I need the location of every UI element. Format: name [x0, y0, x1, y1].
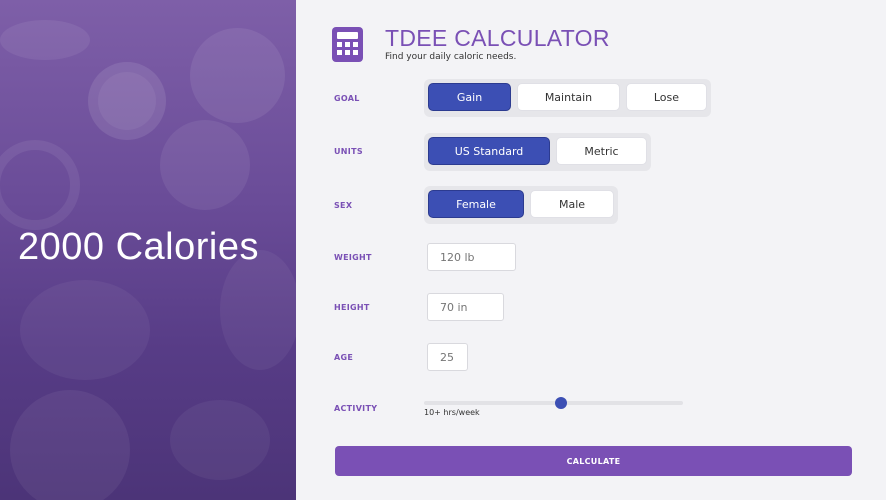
calculate-button[interactable]: CALCULATE [335, 446, 852, 476]
page-title: TDEE CALCULATOR [385, 25, 610, 51]
fruit-image [10, 390, 130, 500]
units-label: UNITS [334, 147, 363, 156]
sex-label: SEX [334, 201, 353, 210]
sex-option-female[interactable]: Female [428, 190, 524, 218]
height-label: HEIGHT [334, 303, 370, 312]
activity-label: ACTIVITY [334, 404, 378, 413]
food-bowl-image-inner [98, 72, 156, 130]
age-input[interactable] [427, 343, 468, 371]
age-label: AGE [334, 353, 354, 362]
activity-value-text: 10+ hrs/week [424, 408, 480, 417]
goal-option-maintain[interactable]: Maintain [517, 83, 620, 111]
food-plate-image [160, 120, 250, 210]
food-plate-image [190, 28, 285, 123]
units-option-us-standard[interactable]: US Standard [428, 137, 550, 165]
leaf-image [170, 400, 270, 480]
onion-ring-image [0, 140, 80, 230]
food-image [0, 20, 90, 60]
goal-option-gain[interactable]: Gain [428, 83, 512, 111]
goal-option-lose[interactable]: Lose [625, 83, 707, 111]
food-image [20, 280, 150, 380]
calories-result: 2000 Calories [18, 226, 259, 268]
calculator-icon [332, 27, 363, 62]
activity-slider-track[interactable] [424, 401, 683, 405]
units-option-metric[interactable]: Metric [556, 137, 647, 165]
sex-option-male[interactable]: Male [530, 190, 614, 218]
units-segmented-control: US Standard Metric [424, 133, 651, 171]
page-subtitle: Find your daily caloric needs. [385, 52, 517, 62]
goal-segmented-control: Gain Maintain Lose [424, 79, 711, 117]
side-panel: 2000 Calories [0, 0, 296, 500]
goal-label: GOAL [334, 94, 360, 103]
weight-label: WEIGHT [334, 253, 372, 262]
sex-segmented-control: Female Male [424, 186, 618, 224]
height-input[interactable] [427, 293, 504, 321]
calculator-panel: TDEE CALCULATOR Find your daily caloric … [296, 0, 886, 500]
weight-input[interactable] [427, 243, 516, 271]
activity-slider-thumb[interactable] [555, 397, 568, 409]
